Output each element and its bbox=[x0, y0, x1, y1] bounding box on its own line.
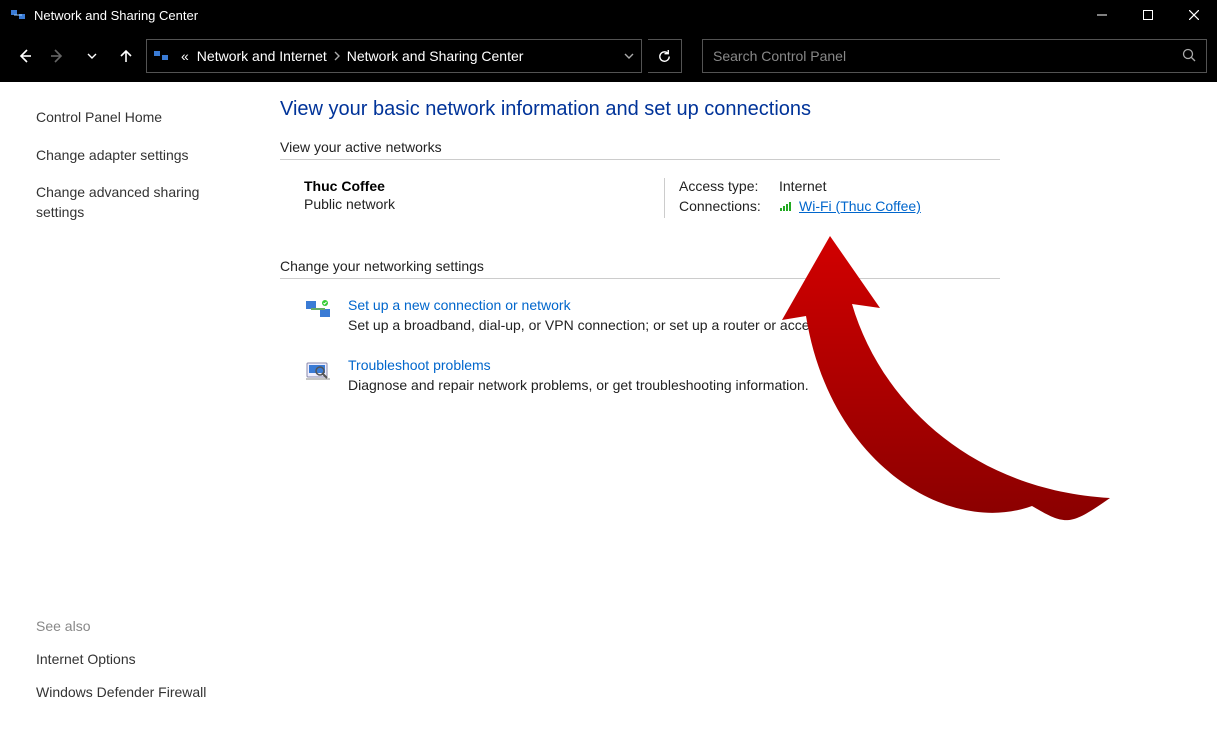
window-title: Network and Sharing Center bbox=[34, 8, 1079, 23]
see-also-heading: See also bbox=[36, 618, 252, 640]
network-type: Public network bbox=[304, 196, 664, 212]
breadcrumb-icon bbox=[151, 48, 171, 64]
back-button[interactable] bbox=[10, 42, 38, 70]
refresh-button[interactable] bbox=[648, 39, 682, 73]
network-info-left: Thuc Coffee Public network bbox=[304, 178, 664, 218]
active-networks-header: View your active networks bbox=[280, 139, 1000, 160]
troubleshoot-icon bbox=[304, 359, 336, 393]
maximize-button[interactable] bbox=[1125, 0, 1171, 30]
forward-button[interactable] bbox=[44, 42, 72, 70]
troubleshoot-desc: Diagnose and repair network problems, or… bbox=[348, 377, 809, 393]
recent-dropdown-button[interactable] bbox=[78, 42, 106, 70]
minimize-button[interactable] bbox=[1079, 0, 1125, 30]
connection-link[interactable]: Wi-Fi (Thuc Coffee) bbox=[799, 198, 921, 214]
close-button[interactable] bbox=[1171, 0, 1217, 30]
change-settings-header: Change your networking settings bbox=[280, 258, 1000, 279]
search-box[interactable] bbox=[702, 39, 1207, 73]
search-icon[interactable] bbox=[1182, 48, 1196, 65]
sidebar-change-advanced[interactable]: Change advanced sharing settings bbox=[36, 183, 226, 222]
network-name: Thuc Coffee bbox=[304, 178, 664, 194]
window-controls bbox=[1079, 0, 1217, 30]
access-type-value: Internet bbox=[779, 178, 826, 194]
breadcrumb-seg-network-internet[interactable]: Network and Internet bbox=[193, 48, 331, 64]
chevron-right-icon bbox=[331, 48, 343, 64]
setup-connection-icon bbox=[304, 299, 336, 333]
vertical-divider bbox=[664, 178, 665, 218]
breadcrumb-dropdown[interactable] bbox=[617, 51, 641, 61]
up-button[interactable] bbox=[112, 42, 140, 70]
nav-bar: « Network and Internet Network and Shari… bbox=[0, 30, 1217, 82]
setup-connection-item: Set up a new connection or network Set u… bbox=[280, 297, 1040, 333]
setup-connection-link[interactable]: Set up a new connection or network bbox=[348, 297, 862, 313]
breadcrumb-seg-sharing-center[interactable]: Network and Sharing Center bbox=[343, 48, 528, 64]
breadcrumb[interactable]: « Network and Internet Network and Shari… bbox=[146, 39, 642, 73]
access-type-label: Access type: bbox=[679, 178, 779, 194]
wifi-signal-icon bbox=[779, 200, 793, 212]
title-bar: Network and Sharing Center bbox=[0, 0, 1217, 30]
breadcrumb-prefix[interactable]: « bbox=[177, 48, 193, 64]
troubleshoot-item: Troubleshoot problems Diagnose and repai… bbox=[280, 357, 1040, 393]
network-info-right: Access type: Internet Connections: Wi-Fi… bbox=[679, 178, 1000, 218]
app-icon bbox=[10, 7, 26, 23]
sidebar-change-adapter[interactable]: Change adapter settings bbox=[36, 146, 252, 166]
active-network-block: Thuc Coffee Public network Access type: … bbox=[280, 178, 1000, 218]
search-input[interactable] bbox=[713, 48, 1182, 64]
sidebar-control-panel-home[interactable]: Control Panel Home bbox=[36, 108, 252, 128]
connections-label: Connections: bbox=[679, 198, 779, 214]
sidebar-firewall[interactable]: Windows Defender Firewall bbox=[36, 683, 252, 727]
main-panel: View your basic network information and … bbox=[252, 82, 1217, 741]
troubleshoot-link[interactable]: Troubleshoot problems bbox=[348, 357, 809, 373]
content-area: Control Panel Home Change adapter settin… bbox=[0, 82, 1217, 741]
page-heading: View your basic network information and … bbox=[280, 98, 1157, 121]
sidebar: Control Panel Home Change adapter settin… bbox=[0, 82, 252, 741]
settings-list: Set up a new connection or network Set u… bbox=[280, 297, 1040, 393]
setup-connection-desc: Set up a broadband, dial-up, or VPN conn… bbox=[348, 317, 862, 333]
sidebar-internet-options[interactable]: Internet Options bbox=[36, 650, 252, 670]
